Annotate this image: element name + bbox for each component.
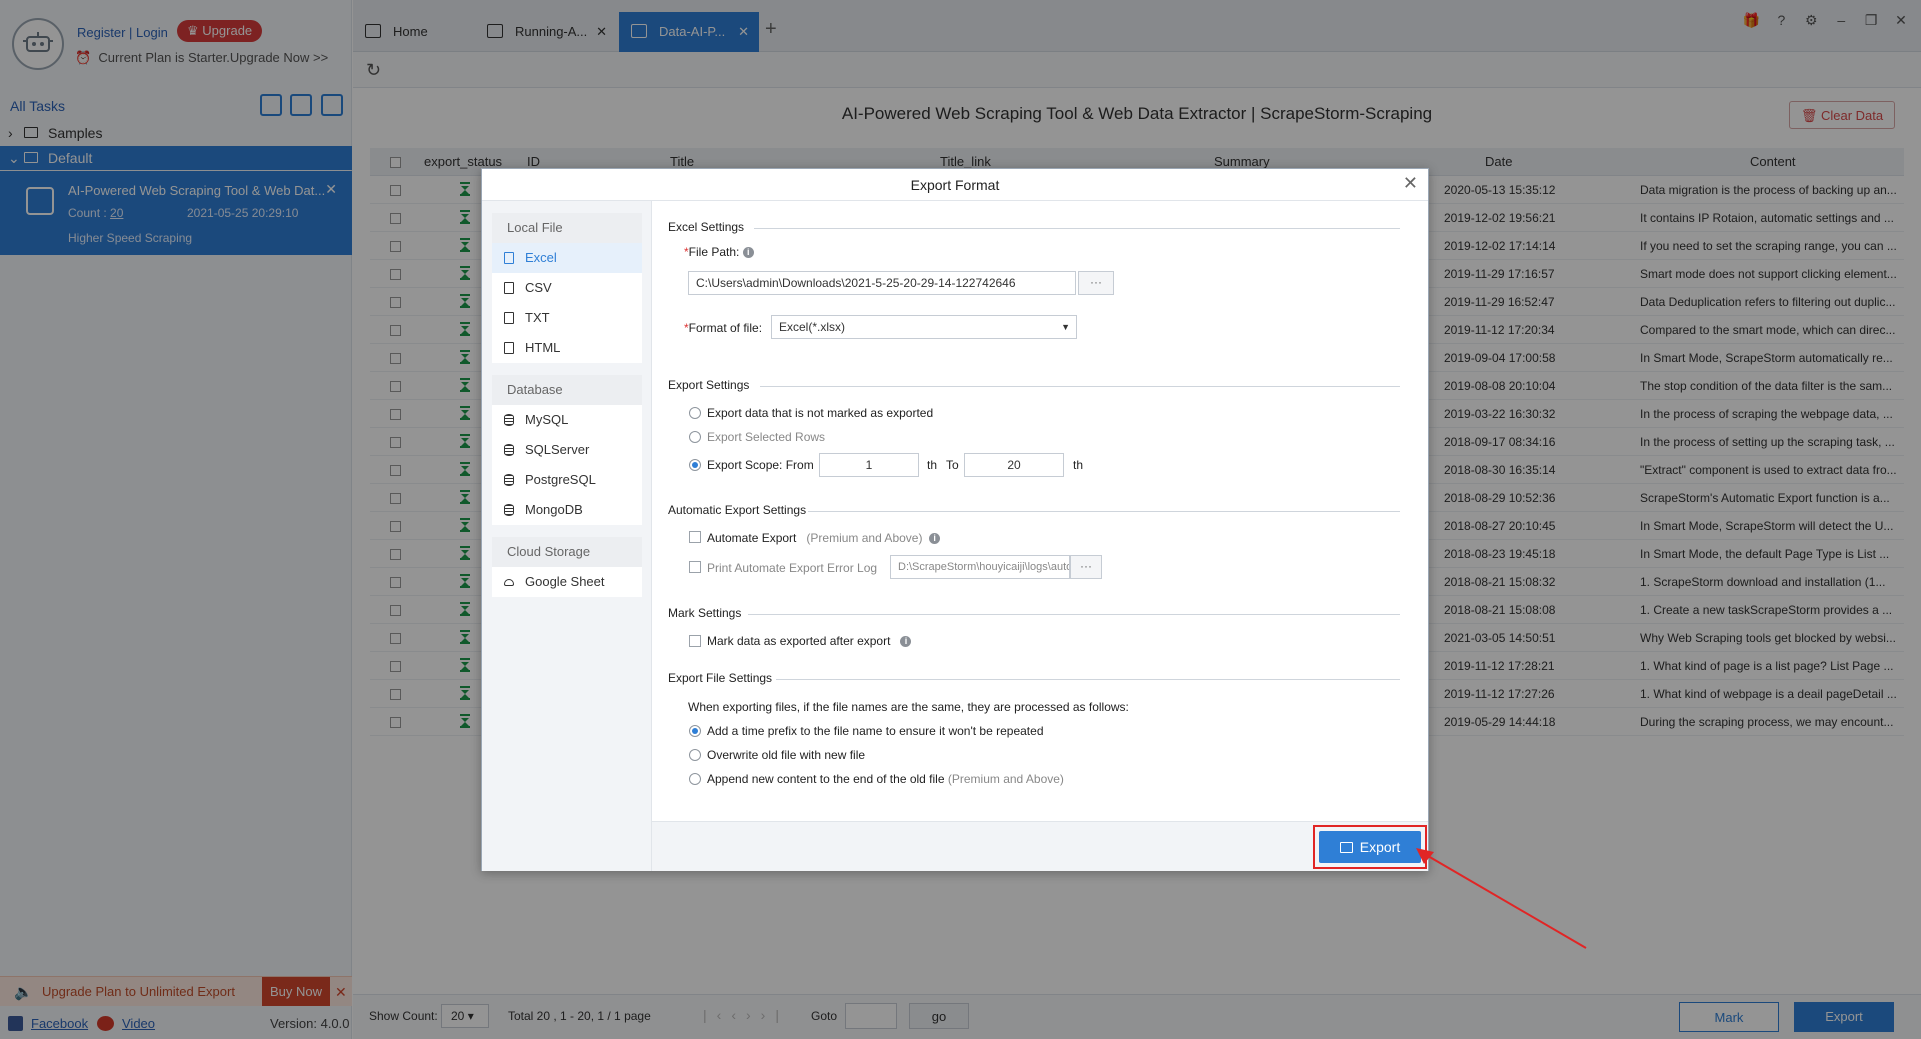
- database-icon: [504, 504, 514, 516]
- export-format-dialog: Export Format ✕ Local File Excel CSV TXT…: [481, 168, 1429, 871]
- file-icon: [504, 342, 514, 354]
- close-icon[interactable]: ✕: [1403, 173, 1418, 194]
- target-label: HTML: [525, 340, 561, 355]
- selected-rows-label[interactable]: Export Selected Rows: [707, 430, 825, 444]
- export-scope-label[interactable]: Export Scope: From: [707, 458, 814, 472]
- premium-note: (Premium and Above): [806, 531, 923, 545]
- info-icon: i: [900, 636, 912, 648]
- chevron-down-icon: ▼: [1061, 322, 1070, 332]
- database-icon: [504, 444, 514, 456]
- scope-from-input[interactable]: 1: [819, 453, 919, 477]
- target-sqlserver[interactable]: SQLServer: [492, 435, 642, 465]
- th-label: th: [927, 458, 938, 472]
- file-icon: [504, 252, 514, 264]
- target-txt[interactable]: TXT: [492, 303, 642, 333]
- divider: [748, 614, 1400, 615]
- overwrite-label[interactable]: Overwrite old file with new file: [707, 748, 865, 762]
- target-label: MySQL: [525, 412, 569, 427]
- target-mysql[interactable]: MySQL: [492, 405, 642, 435]
- radio-export-scope[interactable]: [689, 459, 701, 471]
- radio-selected-rows[interactable]: [689, 431, 701, 443]
- divider: [808, 511, 1400, 512]
- file-path-input[interactable]: C:\Users\admin\Downloads\2021-5-25-20-29…: [688, 271, 1076, 295]
- target-csv[interactable]: CSV: [492, 273, 642, 303]
- format-value: Excel(*.xlsx): [779, 320, 846, 334]
- file-icon: [504, 282, 514, 294]
- dialog-footer: Export: [652, 821, 1428, 871]
- section-heading: Mark Settings: [668, 606, 742, 620]
- section-heading: Export Settings: [668, 378, 750, 392]
- th-label: th: [1073, 458, 1084, 472]
- arrow-line: [1427, 855, 1587, 949]
- file-settings-description: When exporting files, if the file names …: [688, 700, 1129, 714]
- section-heading: Excel Settings: [668, 220, 745, 234]
- automate-export-checkbox[interactable]: [689, 531, 701, 543]
- file-path-label: *File Path: i: [684, 245, 754, 259]
- cloud-icon: [504, 579, 514, 586]
- target-html[interactable]: HTML: [492, 333, 642, 363]
- scope-to-input[interactable]: 20: [964, 453, 1064, 477]
- divider: [754, 228, 1400, 229]
- target-label: TXT: [525, 310, 550, 325]
- mark-exported-label[interactable]: Mark data as exported after export i: [707, 634, 912, 648]
- automate-export-label[interactable]: Automate Export (Premium and Above) i: [707, 531, 941, 545]
- export-settings-panel: Excel Settings *File Path: i C:\Users\ad…: [660, 201, 1420, 821]
- info-icon: i: [742, 247, 754, 259]
- cloud-storage-group: Cloud Storage Google Sheet: [492, 537, 642, 597]
- mark-exported-checkbox[interactable]: [689, 635, 701, 647]
- group-title: Cloud Storage: [492, 537, 642, 567]
- radio-time-prefix[interactable]: [689, 725, 701, 737]
- format-label: *Format of file:: [684, 321, 762, 335]
- export-button[interactable]: Export: [1319, 831, 1421, 863]
- database-icon: [504, 414, 514, 426]
- export-label: Export: [1359, 839, 1401, 855]
- section-heading: Automatic Export Settings: [668, 503, 807, 517]
- format-text: Format of file:: [688, 321, 763, 335]
- radio-append[interactable]: [689, 773, 701, 785]
- target-label: SQLServer: [525, 442, 590, 457]
- local-file-group: Local File Excel CSV TXT HTML: [492, 213, 642, 363]
- divider: [776, 679, 1400, 680]
- dialog-header: Export Format ✕: [482, 169, 1428, 201]
- divider: [760, 386, 1400, 387]
- target-label: Excel: [525, 250, 557, 265]
- format-select[interactable]: Excel(*.xlsx) ▼: [771, 315, 1077, 339]
- file-path-text: File Path:: [688, 245, 740, 259]
- to-label: To: [946, 458, 959, 472]
- append-text: Append new content to the end of the old…: [707, 772, 945, 786]
- file-icon: [504, 312, 514, 324]
- export-icon: [1339, 842, 1353, 853]
- group-title: Local File: [492, 213, 642, 243]
- premium-note: (Premium and Above): [947, 772, 1064, 786]
- target-mongodb[interactable]: MongoDB: [492, 495, 642, 525]
- print-log-label[interactable]: Print Automate Export Error Log: [707, 561, 877, 575]
- print-log-checkbox[interactable]: [689, 561, 701, 573]
- target-label: CSV: [525, 280, 552, 295]
- mark-exported-text: Mark data as exported after export: [707, 634, 891, 648]
- browse-button[interactable]: ···: [1070, 555, 1102, 579]
- time-prefix-label[interactable]: Add a time prefix to the file name to en…: [707, 724, 1044, 738]
- target-postgresql[interactable]: PostgreSQL: [492, 465, 642, 495]
- info-icon: i: [929, 533, 941, 545]
- browse-button[interactable]: ···: [1078, 271, 1114, 295]
- dialog-title: Export Format: [910, 177, 1000, 193]
- section-heading: Export File Settings: [668, 671, 773, 685]
- database-group: Database MySQL SQLServer PostgreSQL Mong…: [492, 375, 642, 525]
- export-target-list: Local File Excel CSV TXT HTML Database M…: [482, 201, 652, 871]
- database-icon: [504, 474, 514, 486]
- target-google-sheet[interactable]: Google Sheet: [492, 567, 642, 597]
- group-title: Database: [492, 375, 642, 405]
- automate-export-text: Automate Export: [707, 531, 797, 545]
- target-label: Google Sheet: [525, 574, 605, 589]
- radio-not-marked[interactable]: [689, 407, 701, 419]
- append-label[interactable]: Append new content to the end of the old…: [707, 772, 1064, 786]
- arrow-head: [1416, 848, 1434, 864]
- annotation-arrow-icon: [1416, 848, 1587, 949]
- target-label: MongoDB: [525, 502, 583, 517]
- log-path-input[interactable]: D:\ScrapeStorm\houyicaiji\logs\auto_e: [890, 555, 1070, 579]
- radio-overwrite[interactable]: [689, 749, 701, 761]
- target-label: PostgreSQL: [525, 472, 596, 487]
- not-marked-label[interactable]: Export data that is not marked as export…: [707, 406, 933, 420]
- target-excel[interactable]: Excel: [492, 243, 642, 273]
